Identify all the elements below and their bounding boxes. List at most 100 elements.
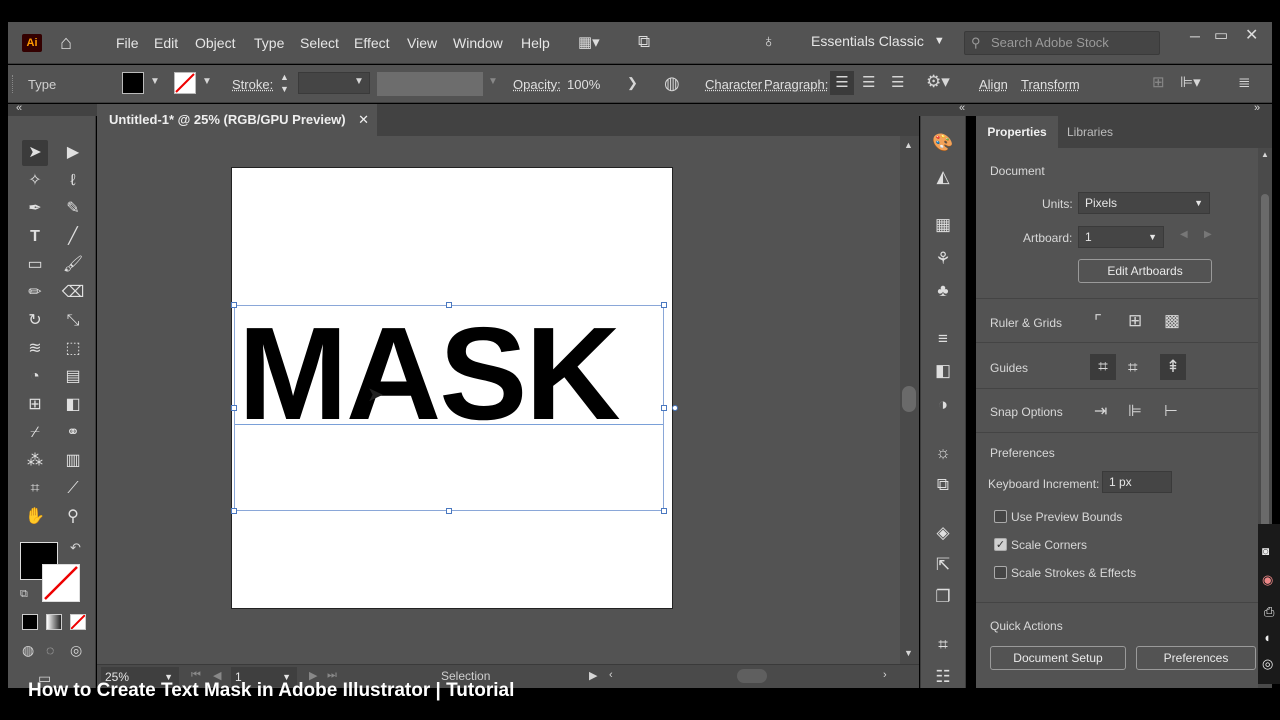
paintbrush-icon[interactable]: 🖌: [60, 252, 86, 278]
stroke-swatch[interactable]: [174, 72, 196, 94]
status-menu-icon[interactable]: ▶: [589, 669, 597, 682]
menu-window[interactable]: Window: [453, 35, 503, 51]
selection-tool-icon[interactable]: ➤: [22, 140, 48, 166]
menu-effect[interactable]: Effect: [354, 35, 390, 51]
scroll-up-icon[interactable]: ▲: [1261, 150, 1269, 159]
document-setup-button[interactable]: Document Setup: [990, 646, 1126, 670]
blend-icon[interactable]: ⚭: [60, 420, 86, 446]
fill-swatch[interactable]: [122, 72, 144, 94]
align-link[interactable]: Align: [979, 77, 1008, 92]
vertical-scrollbar[interactable]: ▲ ▼: [900, 136, 919, 664]
record-icon[interactable]: ◉: [1262, 572, 1273, 588]
appearance-icon[interactable]: ☼: [931, 442, 955, 464]
curvature-tool-icon[interactable]: ✎: [60, 196, 86, 222]
chevron-down-icon[interactable]: ▼: [150, 76, 160, 87]
canvas-area[interactable]: MASK ➤: [97, 136, 900, 664]
hscroll-left-icon[interactable]: ‹: [609, 669, 613, 681]
layers-icon[interactable]: ◈: [931, 522, 955, 544]
stroke-color-swatch[interactable]: [42, 564, 80, 602]
chevron-down-icon[interactable]: ▼: [202, 76, 212, 87]
pencil-icon[interactable]: ✏: [22, 280, 48, 306]
menu-object[interactable]: Object: [195, 35, 235, 51]
lasso-icon[interactable]: ℓ: [60, 168, 86, 194]
eraser-icon[interactable]: ⌫: [60, 280, 86, 306]
resize-handle-bm[interactable]: [446, 508, 452, 514]
draw-inside-icon[interactable]: ◎: [70, 642, 82, 659]
menu-select[interactable]: Select: [300, 35, 339, 51]
transparency-grid-icon[interactable]: ▩: [1164, 311, 1180, 331]
type-tool-icon[interactable]: T: [22, 224, 48, 250]
artboard-tool-icon[interactable]: ⌗: [22, 476, 48, 502]
gradient-mode-icon[interactable]: [46, 614, 62, 630]
color-mode-icon[interactable]: [22, 614, 38, 630]
speaker-icon[interactable]: ◖: [1263, 630, 1271, 645]
chevron-down-icon[interactable]: ▼: [354, 76, 364, 87]
selection-bounding-box[interactable]: [231, 302, 678, 514]
zoom-tool-icon[interactable]: ⚲: [60, 504, 86, 530]
lightbulb-icon[interactable]: ♁: [762, 31, 776, 52]
transform-link[interactable]: Transform: [1021, 77, 1080, 92]
symbol-sprayer-icon[interactable]: ⁂: [22, 448, 48, 474]
free-transform-icon[interactable]: ⬚: [60, 336, 86, 362]
search-input[interactable]: ⚲ Search Adobe Stock: [964, 31, 1160, 55]
swap-colors-icon[interactable]: ↶: [70, 540, 81, 556]
menu-edit[interactable]: Edit: [154, 35, 178, 51]
workspace-switcher[interactable]: Essentials Classic ▼: [811, 33, 945, 49]
default-colors-icon[interactable]: ⧉: [20, 588, 28, 601]
transform-panel-icon[interactable]: ⌗: [931, 634, 955, 656]
collapse-middle-icon[interactable]: «: [959, 102, 965, 114]
column-graph-icon[interactable]: ▥: [60, 448, 86, 474]
stroke-panel-icon[interactable]: ≡: [931, 328, 955, 350]
swatches-icon[interactable]: ▦: [931, 214, 955, 236]
ruler-icon[interactable]: ⌜: [1094, 312, 1102, 332]
export-icon[interactable]: ⇱: [931, 554, 955, 576]
rotate-icon[interactable]: ↻: [22, 308, 48, 334]
scroll-thumb[interactable]: [902, 386, 916, 412]
mesh-icon[interactable]: ⊞: [22, 392, 48, 418]
slice-tool-icon[interactable]: ⟋: [60, 476, 86, 502]
color-guide-icon[interactable]: ◭: [931, 166, 955, 188]
hand-tool-icon[interactable]: ✋: [22, 504, 48, 530]
units-select[interactable]: Pixels ▼: [1078, 192, 1210, 214]
scroll-up-icon[interactable]: ▲: [904, 140, 913, 150]
isolate-group-icon[interactable]: ⊞: [1152, 73, 1165, 91]
shape-builder-icon[interactable]: ◔: [22, 364, 48, 390]
document-tab[interactable]: Untitled-1* @ 25% (RGB/GPU Preview) ✕: [97, 104, 377, 136]
symbols-icon[interactable]: ♣: [931, 280, 955, 302]
keyboard-increment-field[interactable]: 1 px: [1102, 471, 1172, 493]
arrange-icon[interactable]: ⊫▾: [1180, 73, 1201, 91]
panel-menu-icon[interactable]: ≣: [1238, 73, 1251, 91]
show-guides-icon[interactable]: ⌗: [1090, 354, 1116, 380]
recolor-artwork-icon[interactable]: ◍: [664, 73, 680, 94]
resize-handle-br[interactable]: [661, 508, 667, 514]
edit-artboards-button[interactable]: Edit Artboards: [1078, 259, 1212, 283]
snap-to-pixel-icon[interactable]: ⊫: [1128, 401, 1142, 421]
preferences-button[interactable]: Preferences: [1136, 646, 1256, 670]
menu-file[interactable]: File: [116, 35, 139, 51]
use-preview-bounds-label[interactable]: Use Preview Bounds: [1011, 510, 1122, 524]
scale-strokes-checkbox[interactable]: [994, 566, 1007, 579]
eyedropper-icon[interactable]: ⌿: [22, 420, 48, 446]
tab-libraries[interactable]: Libraries: [1058, 116, 1122, 148]
graphic-styles-icon[interactable]: ⧉: [931, 474, 955, 496]
magic-wand-icon[interactable]: ✧: [22, 168, 48, 194]
stroke-label[interactable]: Stroke:: [232, 77, 273, 92]
line-tool-icon[interactable]: ╱: [60, 224, 86, 250]
stroke-weight-stepper[interactable]: ▲ ▼: [280, 71, 289, 95]
menu-view[interactable]: View: [407, 35, 437, 51]
chevron-right-icon[interactable]: ❯: [627, 75, 638, 91]
maximize-icon[interactable]: ▭: [1214, 26, 1228, 44]
align-left-icon[interactable]: ☰: [830, 71, 854, 95]
grid-icon[interactable]: ⊞: [1128, 311, 1142, 331]
align-right-icon[interactable]: ☰: [891, 73, 904, 91]
scale-corners-label[interactable]: Scale Corners: [1011, 538, 1087, 552]
none-mode-icon[interactable]: [70, 614, 86, 630]
menu-help[interactable]: Help: [521, 35, 550, 51]
microphone-icon[interactable]: ⎙: [1264, 604, 1274, 620]
snap-to-glyph-icon[interactable]: ⊢: [1164, 401, 1178, 421]
pen-tool-icon[interactable]: ✒: [22, 196, 48, 222]
variable-width-profile[interactable]: [377, 72, 483, 96]
gradient-icon[interactable]: ◧: [60, 392, 86, 418]
character-link[interactable]: Character: [705, 77, 762, 92]
collapse-right-icon[interactable]: »: [1254, 102, 1260, 114]
